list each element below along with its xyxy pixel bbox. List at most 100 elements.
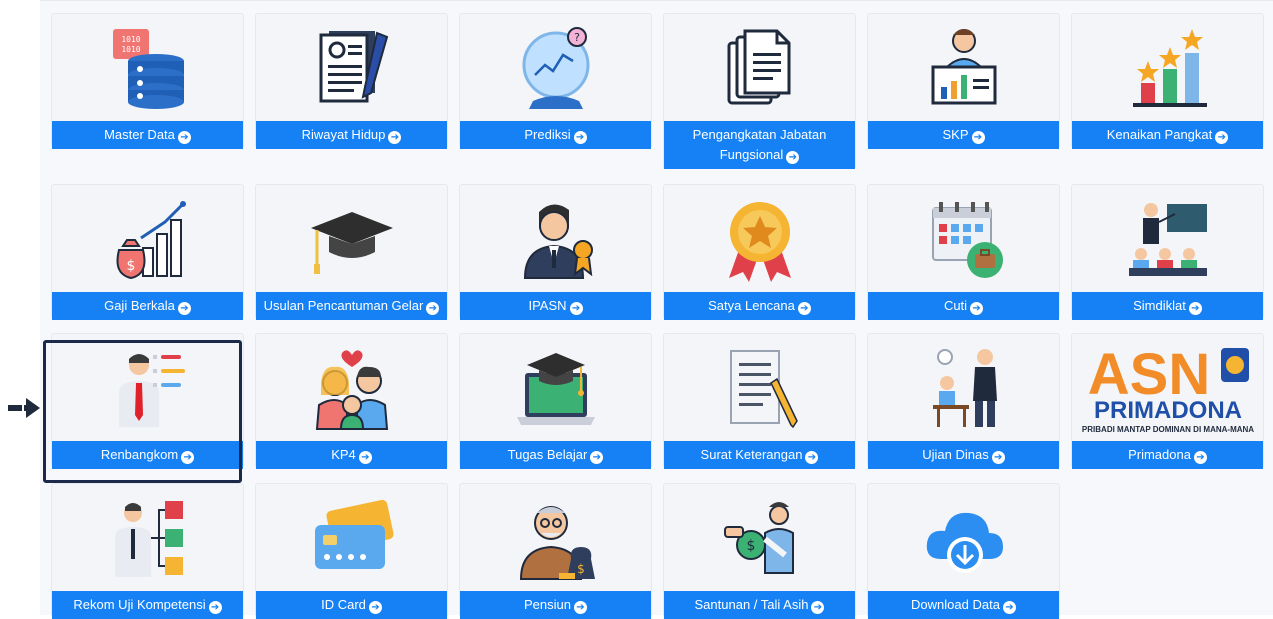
- arrow-circle-icon: ➔: [208, 601, 222, 614]
- arrow-circle-icon: ➔: [177, 302, 191, 315]
- tile-kenaikan-pangkat[interactable]: Kenaikan Pangkat ➔: [1071, 13, 1264, 149]
- svg-text:1010: 1010: [121, 35, 140, 44]
- arrow-circle-icon: ➔: [368, 601, 382, 614]
- tile-kp4[interactable]: KP4 ➔: [255, 333, 448, 469]
- money-growth-icon: $: [52, 185, 243, 292]
- tile-satya-lencana[interactable]: Satya Lencana ➔: [663, 184, 856, 320]
- tile-label: Prediksi ➔: [460, 121, 651, 149]
- tile-cuti[interactable]: Cuti ➔: [867, 184, 1060, 320]
- tile-label: Surat Keterangan ➔: [664, 441, 855, 469]
- tile-label: IPASN ➔: [460, 292, 651, 320]
- tile-pensiun[interactable]: $ Pensiun ➔: [459, 483, 652, 619]
- tile-renbangkom[interactable]: Renbangkom ➔: [51, 333, 244, 469]
- arrow-circle-icon: ➔: [177, 131, 191, 144]
- tile-label: ID Card ➔: [256, 591, 447, 619]
- competency-flow-icon: [52, 484, 243, 591]
- training-class-icon: [1072, 185, 1263, 292]
- tile-label: Tugas Belajar ➔: [460, 441, 651, 469]
- svg-text:PRIBADI MANTAP DOMINAN DI MANA: PRIBADI MANTAP DOMINAN DI MANA-MANA: [1081, 425, 1253, 434]
- svg-text:1010: 1010: [121, 45, 140, 54]
- pointer-arrow-icon: [8, 398, 40, 418]
- svg-text:PRIMADONA: PRIMADONA: [1094, 397, 1242, 424]
- tile-ujian-dinas[interactable]: Ujian Dinas ➔: [867, 333, 1060, 469]
- calendar-suitcase-icon: [868, 185, 1059, 292]
- arrow-circle-icon: ➔: [797, 302, 811, 315]
- crystal-ball-icon: ?: [460, 14, 651, 121]
- tile-pengangkatan-jabatan-fungsional[interactable]: Pengangkatan Jabatan Fungsional ➔: [663, 13, 856, 169]
- arrow-circle-icon: ➔: [811, 601, 825, 614]
- tile-surat-keterangan[interactable]: Surat Keterangan ➔: [663, 333, 856, 469]
- retiree-icon: $: [460, 484, 651, 591]
- star-bars-icon: [1072, 14, 1263, 121]
- tile-skp[interactable]: SKP ➔: [867, 13, 1060, 149]
- arrow-circle-icon: ➔: [991, 451, 1005, 464]
- database-icon: 1010 1010: [52, 14, 243, 121]
- tile-label: Master Data ➔: [52, 121, 243, 149]
- arrow-circle-icon: ➔: [971, 131, 985, 144]
- resume-icon: [256, 14, 447, 121]
- arrow-circle-icon: ➔: [590, 451, 604, 464]
- arrow-circle-icon: ➔: [786, 151, 800, 164]
- tile-gaji-berkala[interactable]: $ Gaji Berkala ➔: [51, 184, 244, 320]
- arrow-circle-icon: ➔: [805, 451, 819, 464]
- tile-label: Rekom Uji Kompetensi ➔: [52, 591, 243, 619]
- arrow-circle-icon: ➔: [181, 451, 195, 464]
- tile-tugas-belajar[interactable]: Tugas Belajar ➔: [459, 333, 652, 469]
- presenter-chart-icon: [868, 14, 1059, 121]
- tile-label: SKP ➔: [868, 121, 1059, 149]
- svg-text:$: $: [577, 562, 585, 576]
- tile-label: Cuti ➔: [868, 292, 1059, 320]
- tile-label: Download Data ➔: [868, 591, 1059, 619]
- employee-badge-icon: [460, 185, 651, 292]
- tile-prediksi[interactable]: ? Prediksi ➔: [459, 13, 652, 149]
- tile-label: Renbangkom ➔: [52, 441, 243, 469]
- tile-primadona[interactable]: ASN PRIMADONA PRIBADI MANTAP DOMINAN DI …: [1071, 333, 1264, 469]
- graduation-cap-icon: [256, 185, 447, 292]
- cloud-download-icon: [868, 484, 1059, 591]
- tile-simdiklat[interactable]: Simdiklat ➔: [1071, 184, 1264, 320]
- tile-usulan-pencantuman-gelar[interactable]: Usulan Pencantuman Gelar ➔: [255, 184, 448, 320]
- tile-rekom-uji-kompetensi[interactable]: Rekom Uji Kompetensi ➔: [51, 483, 244, 619]
- arrow-circle-icon: ➔: [1002, 601, 1016, 614]
- tile-label: KP4 ➔: [256, 441, 447, 469]
- laptop-cap-icon: [460, 334, 651, 441]
- exam-icon: [868, 334, 1059, 441]
- tile-riwayat-hidup[interactable]: Riwayat Hidup ➔: [255, 13, 448, 149]
- id-card-icon: [256, 484, 447, 591]
- tile-label: Pensiun ➔: [460, 591, 651, 619]
- documents-icon: [664, 14, 855, 121]
- family-icon: [256, 334, 447, 441]
- svg-text:?: ?: [574, 31, 580, 44]
- arrow-circle-icon: ➔: [358, 451, 372, 464]
- tile-label: Gaji Berkala ➔: [52, 292, 243, 320]
- medal-icon: [664, 185, 855, 292]
- svg-text:$: $: [746, 538, 755, 554]
- tile-ipasn[interactable]: IPASN ➔: [459, 184, 652, 320]
- compensation-icon: $: [664, 484, 855, 591]
- arrow-circle-icon: ➔: [1193, 451, 1207, 464]
- tile-label: Primadona ➔: [1072, 441, 1263, 469]
- arrow-circle-icon: ➔: [573, 601, 587, 614]
- arrow-circle-icon: ➔: [970, 302, 984, 315]
- tile-label: Simdiklat ➔: [1072, 292, 1263, 320]
- arrow-circle-icon: ➔: [1215, 131, 1229, 144]
- tile-download-data[interactable]: Download Data ➔: [867, 483, 1060, 619]
- arrow-circle-icon: ➔: [388, 131, 402, 144]
- profile-card-icon: [52, 334, 243, 441]
- arrow-circle-icon: ➔: [1188, 302, 1202, 315]
- tile-id-card[interactable]: ID Card ➔: [255, 483, 448, 619]
- arrow-circle-icon: ➔: [426, 302, 440, 315]
- tile-label: Usulan Pencantuman Gelar ➔: [256, 292, 447, 320]
- tile-label: Ujian Dinas ➔: [868, 441, 1059, 469]
- tile-master-data[interactable]: 1010 1010 Master Data ➔: [51, 13, 244, 149]
- tile-santunan-tali-asih[interactable]: $ Santunan / Tali Asih ➔: [663, 483, 856, 619]
- tile-label: Pengangkatan Jabatan Fungsional ➔: [664, 121, 855, 169]
- asn-primadona-logo: ASN PRIMADONA PRIBADI MANTAP DOMINAN DI …: [1072, 334, 1263, 441]
- tile-label: Santunan / Tali Asih ➔: [664, 591, 855, 619]
- tile-label: Riwayat Hidup ➔: [256, 121, 447, 149]
- letter-pencil-icon: [664, 334, 855, 441]
- svg-text:$: $: [126, 258, 135, 274]
- arrow-circle-icon: ➔: [573, 131, 587, 144]
- tile-label: Satya Lencana ➔: [664, 292, 855, 320]
- tile-label: Kenaikan Pangkat ➔: [1072, 121, 1263, 149]
